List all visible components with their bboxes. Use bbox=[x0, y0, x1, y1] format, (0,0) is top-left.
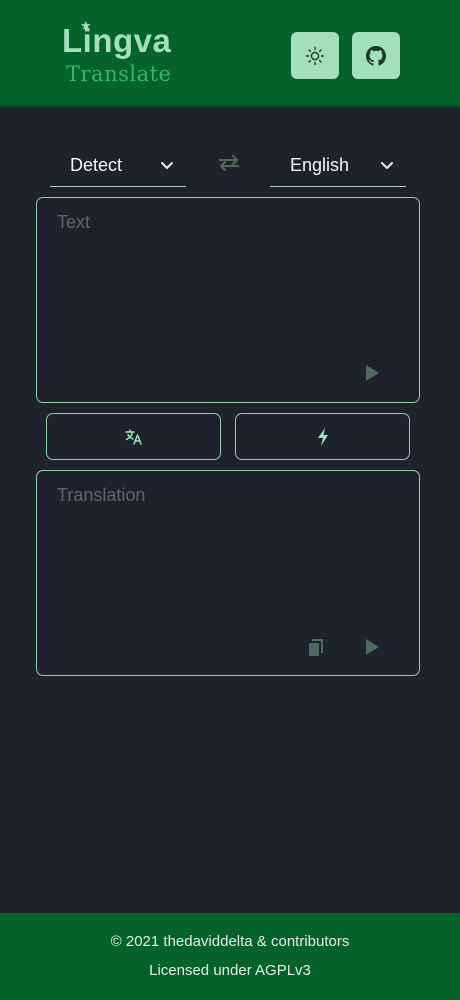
swap-icon bbox=[219, 155, 239, 171]
copy-translation-button[interactable] bbox=[304, 636, 328, 660]
logo-star-icon: ★ bbox=[80, 18, 92, 33]
footer-license: Licensed under AGPLv3 bbox=[149, 962, 311, 979]
source-text-input[interactable]: Text bbox=[36, 197, 420, 403]
chevron-down-icon bbox=[160, 161, 180, 171]
play-icon bbox=[366, 365, 379, 381]
target-language-value: English bbox=[290, 155, 350, 175]
translate-icon bbox=[124, 428, 142, 445]
swap-languages-button[interactable] bbox=[214, 150, 244, 176]
play-translation-audio-button[interactable] bbox=[360, 635, 384, 659]
copy-icon bbox=[309, 639, 323, 656]
footer: © 2021 thedaviddelta & contributors Lice… bbox=[0, 913, 460, 1000]
logo-title: Lingva bbox=[62, 22, 172, 59]
logo-subtitle: Translate bbox=[66, 62, 172, 86]
sun-icon bbox=[305, 46, 325, 65]
header: Lingva ★ Translate bbox=[0, 0, 460, 107]
source-language-select[interactable]: Detect bbox=[50, 145, 186, 187]
translate-button[interactable] bbox=[46, 413, 221, 460]
instant-translation-button[interactable] bbox=[235, 413, 410, 460]
logo[interactable]: Lingva ★ Translate bbox=[60, 18, 190, 90]
translation-placeholder: Translation bbox=[57, 485, 146, 505]
play-icon bbox=[366, 639, 379, 655]
app-root: Lingva ★ Translate Detect English Text T… bbox=[0, 0, 460, 1000]
github-button[interactable] bbox=[352, 32, 400, 79]
source-language-value: Detect bbox=[70, 155, 123, 175]
lightning-icon bbox=[317, 427, 328, 446]
github-icon bbox=[366, 45, 386, 66]
target-language-select[interactable]: English bbox=[270, 145, 406, 187]
theme-toggle-button[interactable] bbox=[291, 32, 339, 79]
source-placeholder: Text bbox=[57, 212, 91, 232]
chevron-down-icon bbox=[380, 161, 400, 171]
play-source-audio-button[interactable] bbox=[360, 361, 384, 385]
translation-output[interactable]: Translation bbox=[36, 470, 420, 676]
footer-copyright: © 2021 thedaviddelta & contributors bbox=[110, 933, 350, 950]
